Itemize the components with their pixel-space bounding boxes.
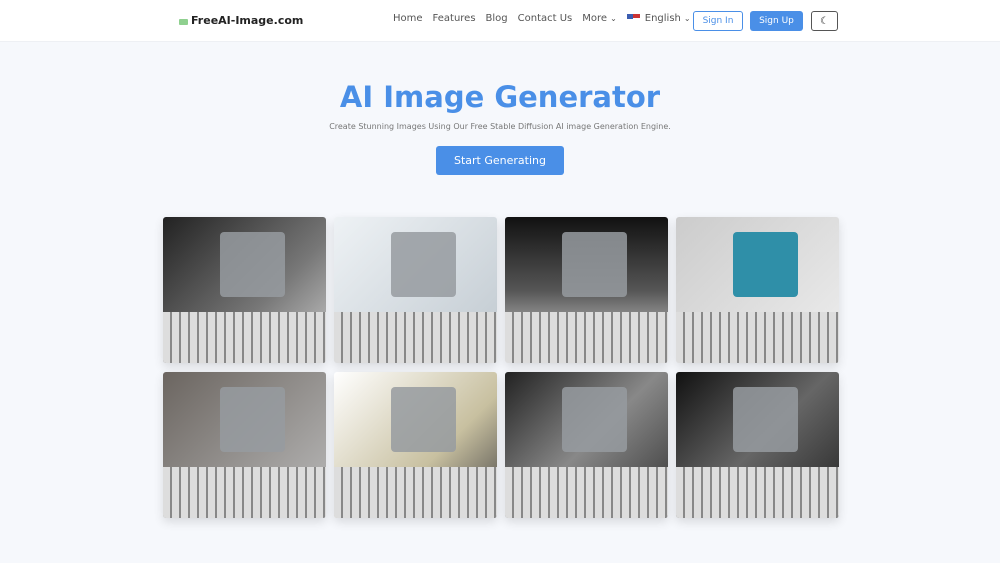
gallery-image[interactable] [676, 217, 839, 363]
theme-toggle-button[interactable]: ☾ [811, 11, 838, 31]
nav-home[interactable]: Home [393, 13, 423, 24]
chevron-down-icon: ⌄ [610, 14, 617, 23]
chevron-down-icon: ⌄ [683, 14, 691, 23]
language-label: English [644, 13, 681, 24]
nav: Home Features Blog Contact Us More ⌄ Engl… [393, 13, 701, 24]
header: FreeAI-Image.com Home Features Blog Cont… [0, 0, 1000, 42]
gallery-image[interactable] [676, 372, 839, 518]
keyboard-figure [676, 311, 839, 363]
sign-in-button[interactable]: Sign In [693, 11, 743, 31]
robot-figure [391, 231, 457, 298]
robot-figure [391, 386, 457, 453]
keyboard-figure [163, 466, 326, 518]
sign-up-button[interactable]: Sign Up [750, 11, 803, 31]
keyboard-figure [505, 466, 668, 518]
gallery-image[interactable] [163, 217, 326, 363]
us-flag-icon [626, 14, 640, 22]
moon-icon: ☾ [820, 15, 829, 27]
nav-features[interactable]: Features [433, 13, 476, 24]
robot-figure [220, 231, 286, 298]
hero-subtitle: Create Stunning Images Using Our Free St… [329, 122, 671, 131]
gallery-image[interactable] [334, 217, 497, 363]
keyboard-figure [334, 311, 497, 363]
robot-figure [562, 231, 628, 298]
gallery-image[interactable] [163, 372, 326, 518]
logo-text: FreeAI-Image.com [191, 14, 304, 27]
language-select[interactable]: English ⌄ [626, 13, 691, 24]
keyboard-figure [163, 311, 326, 363]
logo-icon [179, 19, 188, 25]
keyboard-figure [334, 466, 497, 518]
robot-figure [733, 386, 799, 453]
keyboard-figure [676, 466, 839, 518]
nav-blog[interactable]: Blog [486, 13, 508, 24]
start-generating-button[interactable]: Start Generating [436, 146, 564, 175]
robot-figure [562, 386, 628, 453]
gallery-image[interactable] [505, 217, 668, 363]
robot-figure [220, 386, 286, 453]
gallery-image[interactable] [334, 372, 497, 518]
logo[interactable]: FreeAI-Image.com [179, 14, 303, 27]
keyboard-figure [505, 311, 668, 363]
page-title: AI Image Generator [339, 80, 661, 114]
image-gallery [163, 217, 839, 518]
gallery-image[interactable] [505, 372, 668, 518]
robot-figure [733, 231, 799, 298]
more-label: More [582, 13, 608, 24]
nav-more[interactable]: More ⌄ [582, 13, 617, 24]
nav-contact[interactable]: Contact Us [518, 13, 573, 24]
